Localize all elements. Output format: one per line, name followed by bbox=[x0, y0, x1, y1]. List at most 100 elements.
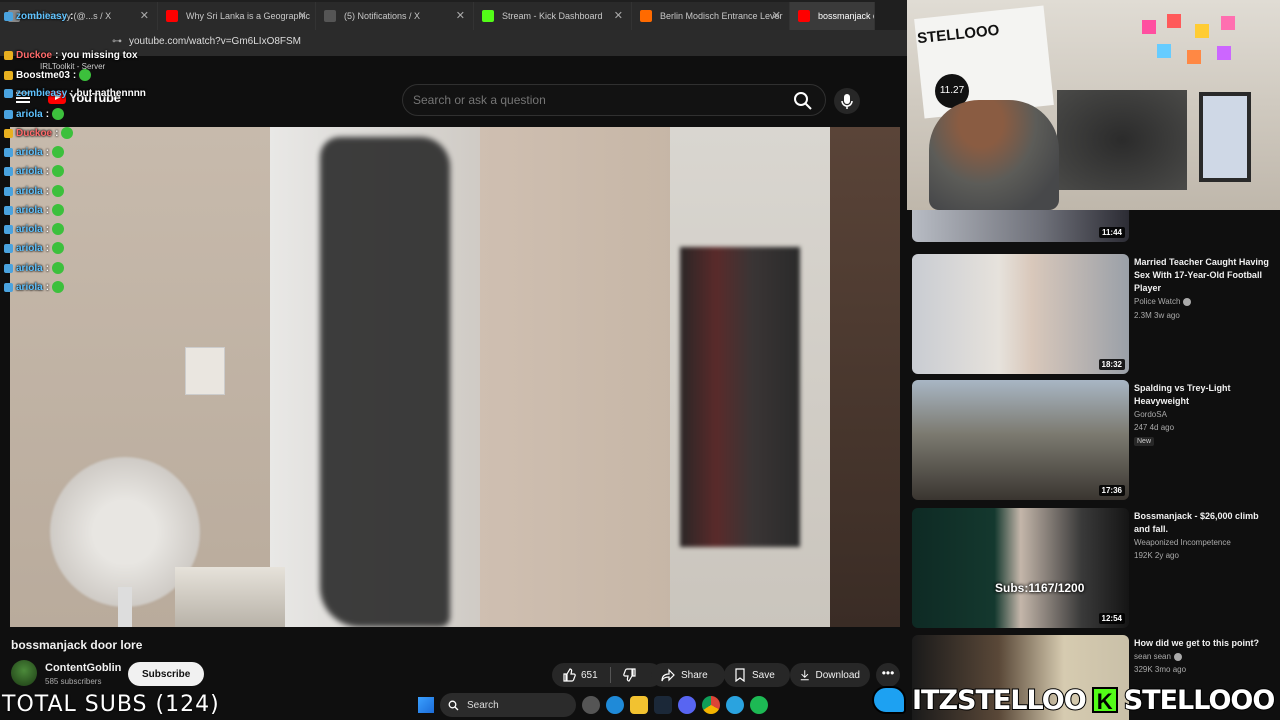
search-input[interactable] bbox=[413, 93, 773, 107]
emote-icon bbox=[52, 108, 65, 120]
chat-username: ariola bbox=[16, 262, 43, 274]
chat-message: ariola: bbox=[4, 204, 65, 216]
chat-badge-icon bbox=[4, 147, 13, 157]
browser-tab[interactable]: Berlin Modisch Entrance Lever ✕ bbox=[632, 2, 790, 30]
close-icon[interactable]: ✕ bbox=[456, 9, 465, 22]
subscribe-button[interactable]: Subscribe bbox=[128, 662, 205, 686]
video-frame-books bbox=[175, 567, 285, 627]
like-button[interactable]: 651 bbox=[562, 668, 598, 682]
chrome-icon[interactable] bbox=[702, 696, 720, 714]
task-view-icon[interactable] bbox=[582, 696, 600, 714]
total-subs-overlay: TOTAL SUBS (124) bbox=[2, 692, 220, 717]
chat-message: ariola: bbox=[4, 185, 65, 197]
chat-message: Duckoe: bbox=[4, 127, 74, 139]
site-info-icon[interactable]: ⊶ bbox=[112, 36, 122, 47]
chat-text: : bbox=[45, 146, 50, 158]
download-label: Download bbox=[815, 669, 860, 681]
emote-icon bbox=[61, 127, 74, 139]
video-player[interactable] bbox=[10, 127, 900, 627]
browser-tab[interactable]: Why Sri Lanka is a Geographic ✕ bbox=[158, 2, 316, 30]
recommendation-thumbnail[interactable]: 17:36 bbox=[912, 380, 1129, 500]
emote-icon bbox=[52, 262, 65, 274]
chat-message: ariola: bbox=[4, 146, 65, 158]
close-icon[interactable]: ✕ bbox=[772, 9, 781, 22]
recommendation-title[interactable]: Bossmanjack - $26,000 climb and fall. bbox=[1134, 510, 1274, 536]
chat-username: ariola bbox=[16, 108, 43, 120]
webcam-wall-stickers bbox=[1142, 14, 1235, 64]
download-button[interactable]: Download bbox=[790, 663, 870, 687]
chat-username: Duckoe bbox=[16, 50, 53, 61]
search-box[interactable] bbox=[402, 84, 826, 116]
recommendation-stats: 329K 3mo ago bbox=[1134, 665, 1187, 674]
taskbar-search[interactable]: Search bbox=[440, 693, 576, 717]
chat-text: : bbox=[70, 88, 74, 99]
close-icon[interactable]: ✕ bbox=[140, 9, 149, 22]
screen: zombieasy (@...s / X ✕ Why Sri Lanka is a… bbox=[0, 0, 1280, 720]
chat-message: ariola: bbox=[4, 223, 65, 235]
share-button[interactable]: Share bbox=[651, 663, 725, 687]
subscriber-goal-overlay: Subs:1167/1200 bbox=[995, 581, 1085, 595]
bookmark-icon bbox=[735, 668, 745, 682]
file-explorer-icon[interactable] bbox=[630, 696, 648, 714]
tab-label: Berlin Modisch Entrance Lever bbox=[660, 11, 783, 21]
recommendation-channel[interactable]: Police Watch bbox=[1134, 297, 1192, 306]
windows-start-icon[interactable] bbox=[418, 697, 434, 713]
thumbs-down-icon[interactable] bbox=[622, 668, 637, 682]
recommendation-title[interactable]: How did we get to this point? bbox=[1134, 637, 1274, 650]
close-icon[interactable]: ✕ bbox=[614, 9, 623, 22]
chat-text: : bbox=[45, 242, 50, 254]
url-text[interactable]: youtube.com/watch?v=Gm6LIxO8FSM bbox=[129, 36, 301, 47]
chat-badge-icon bbox=[4, 243, 13, 253]
emote-icon bbox=[52, 281, 65, 293]
browser-tab[interactable]: (5) Notifications / X ✕ bbox=[316, 2, 474, 30]
telegram-icon[interactable] bbox=[726, 696, 744, 714]
channel-name[interactable]: ContentGoblin bbox=[45, 662, 121, 674]
save-label: Save bbox=[752, 669, 775, 681]
recommendations-panel: 11:44 18:32 Married Teacher Caught Havin… bbox=[907, 210, 1280, 720]
chat-badge-icon bbox=[4, 109, 13, 119]
recommendation-channel[interactable]: Weaponized Incompetence bbox=[1134, 538, 1231, 547]
chat-username: ariola bbox=[16, 185, 43, 197]
chat-badge-icon bbox=[4, 89, 13, 98]
chat-text: : bbox=[55, 127, 59, 139]
chat-username: ariola bbox=[16, 204, 43, 216]
chat-text: : bbox=[45, 281, 50, 293]
chat-message: zombieasy: but nathennnn bbox=[4, 88, 146, 99]
twitter-icon bbox=[872, 686, 906, 714]
recommendation-thumbnail[interactable]: 11:44 bbox=[912, 210, 1129, 242]
recommendation-thumbnail[interactable]: 18:32 bbox=[912, 254, 1129, 374]
tab-label: bossmanjack door bbox=[818, 11, 874, 21]
save-button[interactable]: Save bbox=[724, 663, 790, 687]
webcam-streamer bbox=[929, 100, 1059, 210]
x-favicon-icon bbox=[324, 10, 336, 22]
microphone-button[interactable] bbox=[834, 88, 860, 114]
share-label: Share bbox=[681, 669, 708, 681]
steam-icon[interactable] bbox=[654, 696, 672, 714]
channel-avatar[interactable] bbox=[11, 660, 37, 686]
recommendation-channel[interactable]: sean sean bbox=[1134, 652, 1182, 661]
chat-badge-icon bbox=[4, 186, 13, 196]
edge-icon[interactable] bbox=[606, 696, 624, 714]
close-icon[interactable]: ✕ bbox=[298, 9, 307, 22]
recommendation-title[interactable]: Married Teacher Caught Having Sex With 1… bbox=[1134, 256, 1274, 295]
microphone-icon bbox=[841, 94, 853, 109]
emote-icon bbox=[52, 204, 65, 216]
chat-badge-icon bbox=[4, 128, 13, 138]
recommendation-thumbnail[interactable]: 12:54 bbox=[912, 508, 1129, 628]
spotify-icon[interactable] bbox=[750, 696, 768, 714]
recommendation-stats: 247 4d ago bbox=[1134, 423, 1175, 432]
recommendation-title[interactable]: Spalding vs Trey-Light Heavyweight bbox=[1134, 382, 1274, 408]
chat-badge-icon bbox=[4, 51, 13, 60]
browser-tab[interactable]: Stream - Kick Dashboard ✕ bbox=[474, 2, 632, 30]
channel-subscriber-count: 585 subscribers bbox=[45, 677, 102, 686]
channel-name: Police Watch bbox=[1134, 297, 1181, 306]
thumbs-up-icon bbox=[563, 668, 576, 682]
recommendation-channel[interactable]: GordoSA bbox=[1134, 410, 1167, 419]
chat-message: Boostme03: bbox=[4, 69, 92, 81]
verified-icon bbox=[1173, 652, 1182, 661]
search-icon[interactable] bbox=[792, 90, 814, 112]
browser-tab-active[interactable]: bossmanjack door bbox=[790, 2, 875, 30]
new-badge: New bbox=[1134, 437, 1155, 446]
video-frame-mirror bbox=[830, 127, 900, 627]
discord-icon[interactable] bbox=[678, 696, 696, 714]
